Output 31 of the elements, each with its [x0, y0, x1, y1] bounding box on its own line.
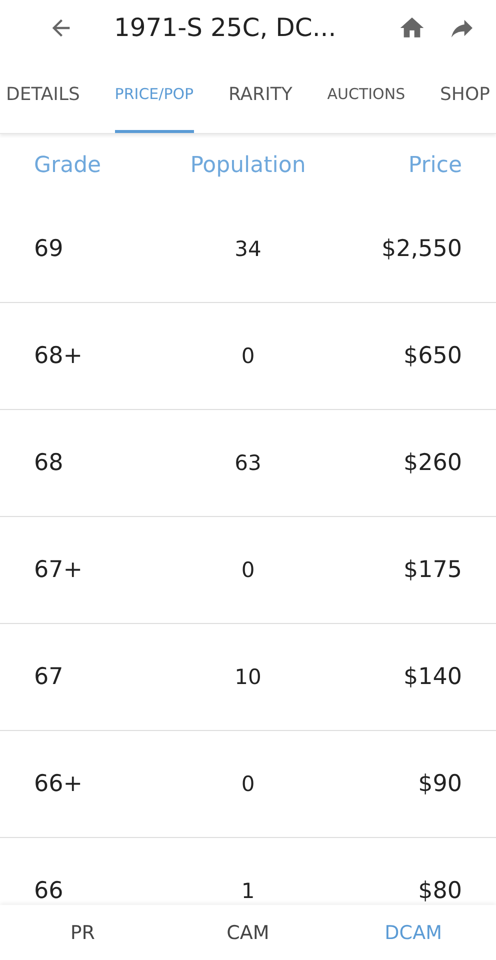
grade-cell-text: 67+	[34, 557, 84, 583]
tab[interactable]: SHOP	[440, 55, 490, 133]
price-cell-text: $175	[402, 557, 462, 583]
price-cell-text: $80	[417, 878, 462, 904]
price-cell-text: $260	[402, 450, 462, 476]
grade-cell-text: 66+	[34, 771, 84, 797]
bottom-tab[interactable]: PR	[0, 905, 166, 960]
grade-cell-text: 68+	[34, 343, 84, 369]
population-cell-text: 1	[240, 879, 256, 903]
population-cell-text: 63	[234, 451, 262, 475]
population-cell-text: 0	[240, 558, 256, 582]
price-cell-text: $650	[402, 343, 462, 369]
population-cell-text: 34	[234, 237, 262, 261]
tab[interactable]: RARITY	[228, 55, 292, 133]
price-cell-text: $140	[402, 664, 462, 690]
price-cell-text: $2,550	[380, 236, 462, 262]
page-title: 1971-S 25C, DC...	[114, 13, 338, 42]
column-header: Population	[189, 152, 307, 178]
population-cell-text: 0	[240, 344, 256, 368]
population-cell-text: 0	[240, 772, 256, 796]
column-header: Price	[407, 152, 462, 178]
grade-cell-text: 69	[34, 236, 64, 262]
grade-cell-text: 66	[34, 878, 64, 904]
price-cell-text: $90	[417, 771, 462, 797]
bottom-tab[interactable]: CAM	[165, 905, 331, 960]
tab[interactable]: AUCTIONS	[327, 55, 406, 133]
tab[interactable]: DETAILS	[6, 55, 80, 133]
population-cell-text: 10	[234, 665, 262, 689]
grade-cell-text: 67	[34, 664, 64, 690]
column-header: Grade	[34, 152, 102, 178]
grade-cell-text: 68	[34, 450, 64, 476]
